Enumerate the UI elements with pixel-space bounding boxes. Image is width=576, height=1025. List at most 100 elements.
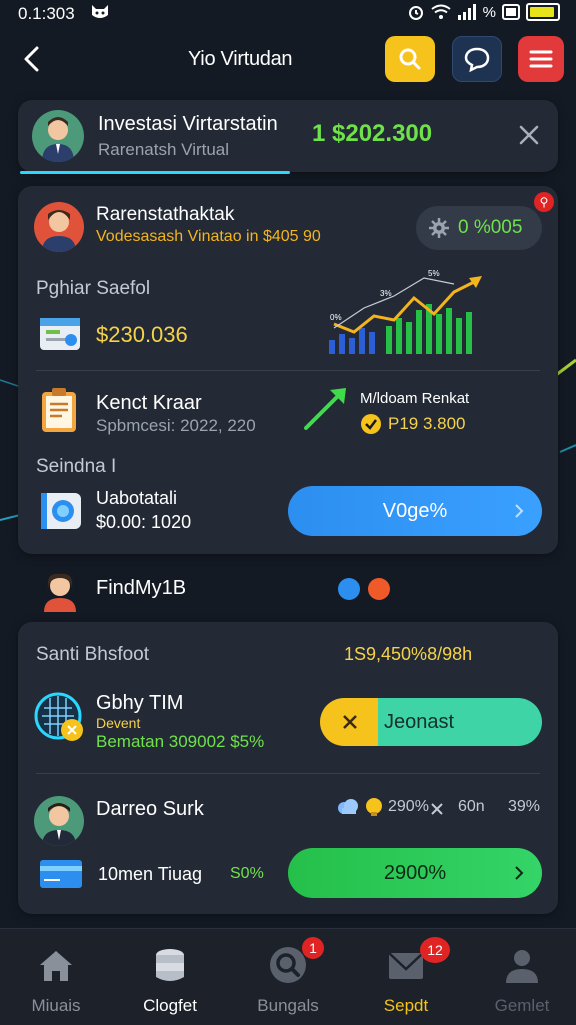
clipboard-icon (42, 388, 76, 432)
row1-button[interactable]: Jeonast (320, 698, 542, 746)
menu-icon (529, 50, 553, 68)
list-header-left: Santi Bhsfoot (36, 644, 150, 665)
mini-performance-chart: 0% 3% 5% (329, 269, 482, 354)
list-divider (36, 773, 540, 774)
credit-card-icon (40, 860, 82, 888)
chart-label-1: 3% (380, 289, 392, 298)
target-icon (41, 493, 81, 529)
trend-value: P19 3.800 (388, 414, 466, 433)
nav-badge: 1 (302, 937, 324, 959)
globe-coin-icon (34, 692, 83, 741)
row2-percent: S0% (230, 865, 264, 882)
list-header-right: 1S9,450%8/98h (344, 644, 473, 664)
home-icon (40, 951, 72, 981)
section-label-2: Seindna I (36, 456, 117, 477)
chart-label-0: 0% (330, 313, 342, 322)
profile-name: Rarenstathaktak (96, 204, 235, 225)
gear-icon (429, 218, 449, 238)
coin-icon (361, 414, 381, 434)
chat-button[interactable] (452, 36, 502, 82)
back-arrow-icon[interactable] (18, 44, 48, 74)
user-avatar (32, 110, 84, 162)
investment-summary-card[interactable]: Investasi Virtarstatin Rarenatsh Virtual… (18, 100, 558, 174)
item3-subtitle: $0.00: 1020 (96, 512, 192, 532)
item3-title: Uabotatali (96, 488, 178, 508)
row2-title: Darreo Surk (96, 798, 204, 820)
section-avatar (44, 573, 76, 612)
row2-subtitle: 10men Tiuag (98, 864, 203, 884)
portfolio-card: Rarenstathaktak Vodesasash Vinatao in $4… (18, 186, 558, 554)
search-icon (399, 48, 421, 70)
top-card-subtitle: Rarenatsh Virtual (98, 140, 230, 159)
page-dot-active[interactable] (338, 578, 360, 600)
nav-badge: 12 (420, 937, 450, 963)
status-time: 0.1:303 (18, 4, 75, 23)
row1-sub2: Bematan 309002 $5% (96, 732, 265, 751)
profile-subline: Vodesasash Vinatao in $405 90 (96, 228, 321, 245)
app-notification-icon (92, 5, 108, 18)
bottom-nav: Miuais Clogfet 1 Bungals 12 Sepdt Gemlet (0, 928, 576, 1025)
list-card: Santi Bhsfoot 1S9,450%8/98h Gbhy TIM Dev… (18, 622, 558, 914)
nav-item-search[interactable]: 1 Bungals (236, 929, 336, 1025)
performance-badge[interactable]: 0 %005 (416, 206, 542, 250)
chart-label-2: 5% (428, 269, 440, 278)
screenshot-icon (502, 4, 520, 20)
chevron-right-icon (515, 866, 524, 880)
row1-sub1: Devent (96, 715, 141, 731)
close-icon[interactable] (518, 124, 540, 146)
wallet-card-icon (40, 318, 80, 350)
notification-badge-icon: ⚲ (534, 192, 554, 212)
row2-stat-0: 290% (388, 798, 429, 815)
menu-button[interactable] (518, 36, 564, 82)
row2-avatar (34, 796, 84, 846)
trend-title: M/ldoam Renkat (360, 390, 470, 407)
top-card-amount: 1 $202.300 (312, 120, 433, 147)
page-title: Yio Virtudan (188, 48, 293, 70)
signal-icon (457, 4, 476, 20)
row2-button[interactable]: 2900% (288, 848, 542, 898)
row2-stat-1: 60n (458, 798, 485, 815)
nav-item-profile[interactable]: Gemlet (470, 929, 570, 1025)
section-title: FindMy1B (96, 577, 187, 599)
wifi-icon (431, 4, 451, 19)
cloud-icon (338, 799, 358, 814)
x-icon (431, 803, 443, 815)
user-icon (506, 950, 538, 983)
alarm-icon (408, 6, 423, 20)
row2-button-label: 2900% (383, 861, 447, 884)
row1-title: Gbhy TIM (96, 692, 184, 714)
nav-label: Bungals (257, 996, 319, 1015)
trend-up-arrow-icon (304, 388, 346, 430)
top-card-progress (20, 171, 290, 174)
bulb-icon (366, 798, 382, 816)
profile-avatar (34, 202, 84, 252)
action-button-label: V0ge% (382, 499, 448, 522)
nav-label: Gemlet (494, 996, 550, 1015)
action-button[interactable]: V0ge% (288, 486, 542, 536)
nav-item-coins[interactable]: Clogfet (118, 929, 218, 1025)
chat-bubble-icon (464, 47, 490, 73)
battery-percent: % (482, 3, 496, 21)
nav-label: Clogfet (143, 996, 197, 1015)
page-dot[interactable] (368, 578, 390, 600)
nav-item-home[interactable]: Miuais (4, 929, 104, 1025)
item2-subtitle: Spbmcesi: 2022, 220 (96, 416, 256, 435)
nav-label: Sepdt (383, 996, 429, 1015)
battery-icon (526, 3, 560, 21)
row1-button-label: Jeonast (384, 711, 455, 733)
divider (36, 370, 540, 371)
nav-label: Miuais (31, 996, 81, 1015)
search-button[interactable] (385, 36, 435, 82)
chevron-right-icon (515, 504, 524, 518)
coin-stack-icon (156, 949, 184, 981)
balance-amount: $230.036 (96, 322, 188, 347)
nav-item-mail[interactable]: 12 Sepdt (354, 929, 454, 1025)
top-card-title: Investasi Virtarstatin (98, 113, 278, 135)
performance-badge-text: 0 %005 (458, 217, 523, 238)
row2-stat-2: 39% (508, 798, 541, 815)
close-x-icon (343, 715, 357, 729)
item2-title: Kenct Kraar (96, 392, 202, 414)
status-bar: 0.1:303 % (0, 0, 576, 28)
status-icons: % (407, 3, 560, 21)
section-label-1: Pghiar Saefol (36, 278, 151, 299)
